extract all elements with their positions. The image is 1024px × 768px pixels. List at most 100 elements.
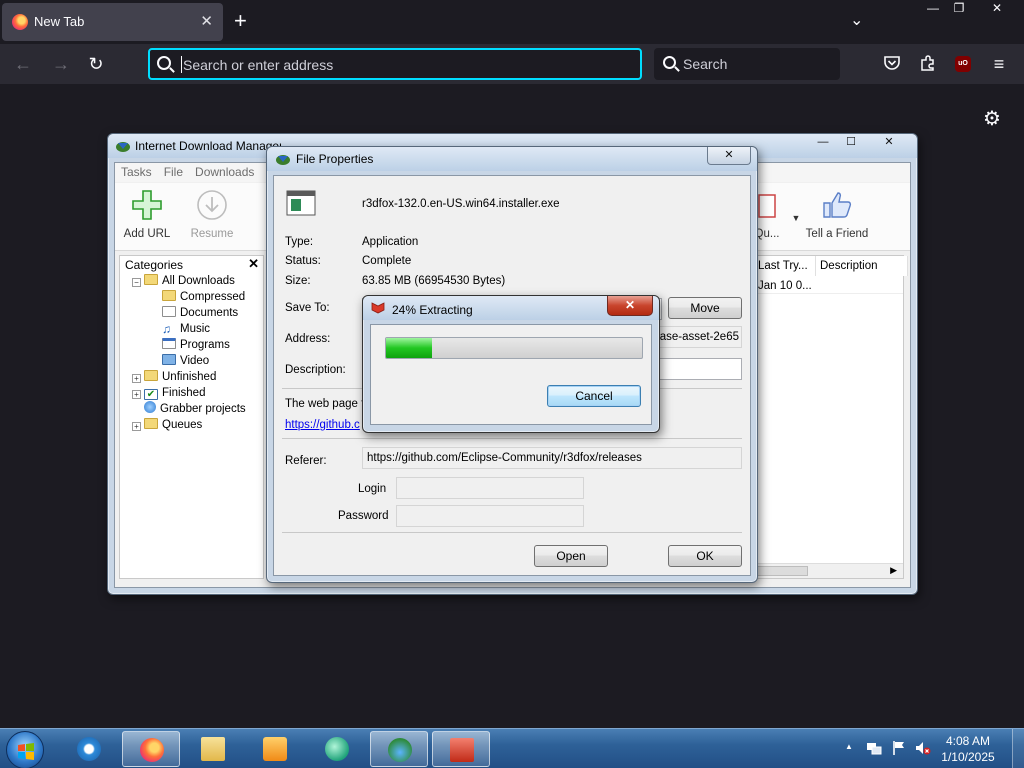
login-field[interactable] [396,477,584,499]
file-properties-close-button[interactable]: ✕ [707,147,751,165]
tree-all-downloads-label: All Downloads [162,275,235,287]
row-last-try: Jan 10 0... [758,280,812,292]
resume-button[interactable]: Resume [187,189,237,240]
new-tab-button[interactable]: + [234,9,247,33]
address-label: Address: [285,333,331,345]
tree-queues[interactable]: Queues [144,417,202,433]
winrar-icon [371,302,385,314]
extracting-dialog: 24% Extracting ✕ Cancel [362,295,660,433]
password-field[interactable] [396,505,584,527]
tab-title: New Tab [34,14,85,29]
cancel-button[interactable]: Cancel [547,385,641,407]
file-properties-titlebar[interactable]: File Properties ✕ [267,147,757,171]
tree-compressed[interactable]: Compressed [162,289,245,305]
tray-show-hidden-icon[interactable]: ▲ [845,742,853,751]
expand-icon[interactable]: + [132,390,141,399]
forward-button[interactable]: → [50,53,72,75]
extensions-icon[interactable] [918,54,938,74]
taskbar-clock[interactable]: 4:08 AM 1/10/2025 [936,733,1000,765]
winrar-icon [450,738,474,762]
idm-logo-icon [116,142,130,152]
ublock-origin-icon[interactable]: uO [955,56,971,72]
start-button[interactable] [6,731,44,768]
tree-queues-label: Queues [162,419,203,431]
tree-all-downloads[interactable]: All Downloads [144,273,235,289]
gear-icon[interactable]: ⚙ [983,106,1001,131]
tree-finished[interactable]: ✔ Finished [144,385,205,401]
expand-icon[interactable]: + [132,422,141,431]
column-last-try[interactable]: Last Try... [754,256,816,276]
categories-panel: Categories ✕ − All Downloads Compressed … [119,255,264,579]
webpage-text: The web page fr [285,398,369,410]
idm-minimize-button[interactable]: — [810,134,836,152]
categories-header: Categories ✕ [120,256,263,272]
back-button[interactable]: ← [12,53,34,75]
taskbar-chat-app[interactable] [308,731,366,767]
show-desktop-button[interactable] [1012,729,1024,768]
open-button[interactable]: Open [534,545,608,567]
action-center-flag-icon[interactable] [892,740,906,759]
add-url-label: Add URL [123,228,171,240]
tree-music[interactable]: ♫ Music [162,321,210,337]
taskbar-idm[interactable] [370,731,428,767]
close-window-button[interactable]: ✕ [980,0,1014,18]
tree-video[interactable]: Video [162,353,209,369]
idm-close-button[interactable]: ✕ [868,134,910,152]
folder-icon [162,290,176,301]
folder-icon [201,737,225,761]
idm-logo-icon [276,155,290,165]
tree-unfinished[interactable]: Unfinished [144,369,216,385]
taskbar-explorer[interactable] [184,731,242,767]
file-name: r3dfox-132.0.en-US.win64.installer.exe [362,198,560,210]
tree-documents[interactable]: Documents [162,305,238,321]
menu-tasks[interactable]: Tasks [115,163,158,181]
collapse-icon[interactable]: − [132,278,141,287]
separator [282,438,742,439]
expand-icon[interactable]: + [132,374,141,383]
folder-icon [144,370,158,381]
scroll-right-arrow-icon[interactable]: ▶ [890,565,897,576]
idm-maximize-button[interactable]: ☐ [838,134,864,152]
network-icon[interactable] [866,740,882,759]
tell-a-friend-button[interactable]: Tell a Friend [803,189,871,240]
firefox-icon [140,738,164,762]
list-all-tabs-button[interactable]: ⌄ [850,10,863,30]
description-label: Description: [285,364,346,376]
hamburger-menu-icon[interactable]: ≡ [989,54,1009,74]
search-bar[interactable]: Search [654,48,840,80]
pocket-icon[interactable] [882,54,902,74]
webpage-link[interactable]: https://github.c [285,419,360,431]
extracting-titlebar[interactable]: 24% Extracting ✕ [363,296,659,320]
text-caret [181,56,182,73]
taskbar-media-player[interactable] [246,731,304,767]
menu-downloads[interactable]: Downloads [189,163,260,181]
internet-explorer-icon [77,737,101,761]
globe-icon [144,401,156,413]
tab-new-tab[interactable]: New Tab ✕ [2,3,223,41]
clock-date: 1/10/2025 [941,750,995,764]
extracting-close-button[interactable]: ✕ [607,296,653,316]
menu-file[interactable]: File [158,163,189,181]
tree-compressed-label: Compressed [180,291,246,303]
add-url-button[interactable]: Add URL [123,189,171,240]
taskbar-firefox[interactable] [122,731,180,767]
chat-app-icon [325,737,349,761]
resume-label: Resume [190,228,234,240]
tree-programs[interactable]: Programs [162,337,230,353]
tab-strip: New Tab ✕ + ⌄ — ❐ ✕ [0,0,1024,44]
column-description[interactable]: Description [816,256,908,276]
taskbar-internet-explorer[interactable] [60,731,118,767]
taskbar-winrar[interactable] [432,731,490,767]
tab-close-icon[interactable]: ✕ [200,12,213,30]
queue-dropdown-icon[interactable]: ▼ [791,213,801,223]
address-bar[interactable]: Search or enter address [148,48,642,80]
referer-field[interactable]: https://github.com/Eclipse-Community/r3d… [362,447,742,469]
tree-grabber-projects[interactable]: Grabber projects [144,401,246,417]
restore-button[interactable]: ❐ [942,0,976,18]
reload-button[interactable]: ↻ [85,53,107,75]
categories-close-icon[interactable]: ✕ [248,256,259,272]
move-button[interactable]: Move [668,297,742,319]
volume-muted-icon[interactable] [915,740,931,759]
folder-icon [144,274,158,285]
ok-button[interactable]: OK [668,545,742,567]
